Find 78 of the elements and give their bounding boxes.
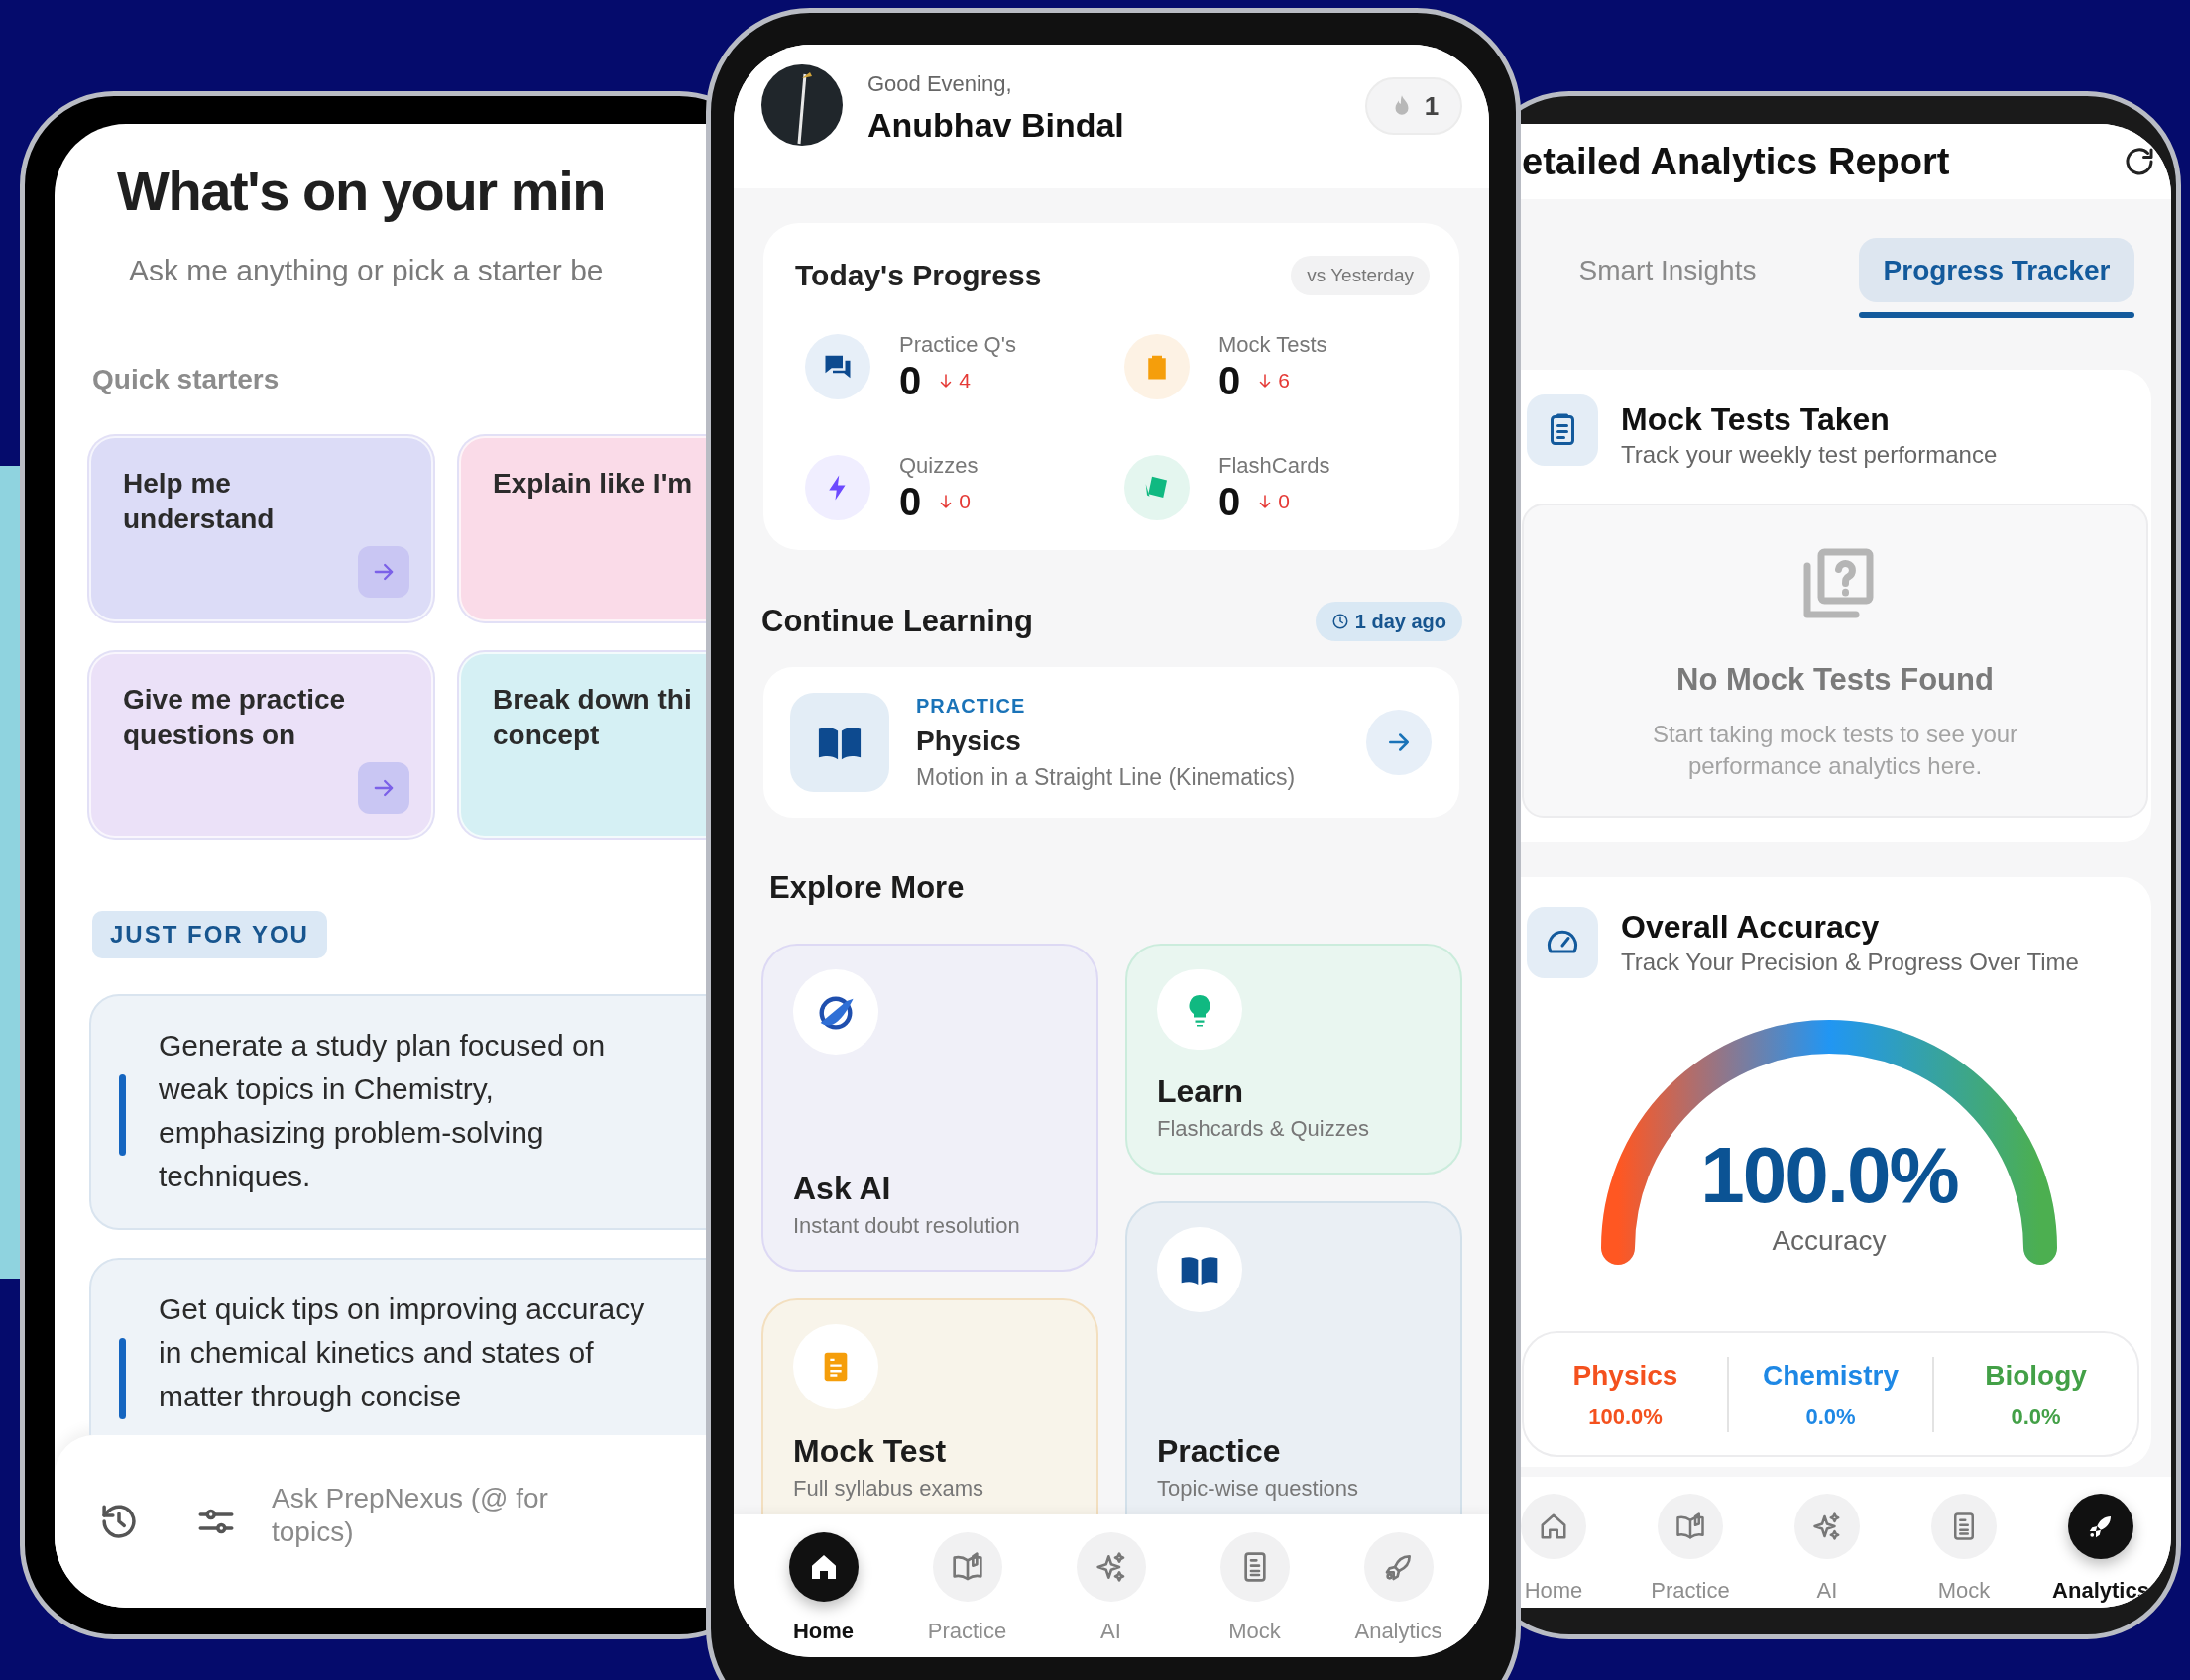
- card-title: Today's Progress: [795, 258, 1042, 293]
- explore-card[interactable]: Practice Topic-wise questions: [1125, 1201, 1462, 1514]
- compare-badge: vs Yesterday: [1291, 256, 1430, 295]
- card-subtitle: Full syllabus exams: [793, 1475, 984, 1503]
- stat-value: 0: [899, 359, 922, 402]
- starter-text: Give me practice questions on: [123, 683, 346, 752]
- starter-text: Explain like I'm: [493, 467, 693, 501]
- sparkles-icon: [1095, 1551, 1127, 1583]
- tab[interactable]: Progress Tracker: [1859, 238, 2134, 302]
- screen-title: etailed Analytics Report: [1522, 139, 1950, 184]
- screen-title: What's on your min: [117, 159, 607, 224]
- arrow-button[interactable]: [358, 762, 409, 814]
- home-icon: [1539, 1512, 1568, 1541]
- card-title: Practice: [1157, 1432, 1282, 1471]
- empty-text: Start taking mock tests to see your performance analytics here.: [1651, 720, 2019, 781]
- subject-name: Biology: [1985, 1358, 2087, 1393]
- explore-card[interactable]: Learn Flashcards & Quizzes: [1125, 944, 1462, 1175]
- suggestion-text: Generate a study plan focused on weak topics in Chemistry, emphasizing problem-solving techniques.: [159, 1028, 607, 1194]
- stat-value: 0: [1218, 480, 1241, 523]
- starter-card[interactable]: Help me understand: [89, 436, 433, 621]
- suggestion-text: Get quick tips on improving accuracy in chemical kinetics and states of matter through concise: [159, 1291, 646, 1414]
- stat-change: 0: [1278, 489, 1290, 514]
- time-badge: 1 day ago: [1315, 602, 1462, 641]
- card-subtitle: Track your weekly test performance: [1621, 440, 1998, 470]
- stat-change: 4: [959, 368, 971, 393]
- card-subtitle: Flashcards & Quizzes: [1157, 1115, 1370, 1143]
- card-title: Ask AI: [793, 1170, 892, 1208]
- card-title: Overall Accuracy: [1621, 908, 1881, 947]
- streak-pill[interactable]: 1: [1365, 77, 1462, 135]
- stat-label: Quizzes: [899, 452, 979, 480]
- section-title: Explore More: [769, 869, 965, 907]
- starter-card[interactable]: Break down thi concept: [459, 652, 706, 838]
- suggestion-card[interactable]: Get quick tips on improving accuracy in chemical kinetics and states of matter through concise: [89, 1258, 706, 1435]
- starter-card[interactable]: Give me practice questions on: [89, 652, 433, 838]
- stat-change: 6: [1278, 368, 1290, 393]
- subject-value: 0.0%: [2011, 1402, 2061, 1431]
- section-badge: JUST FOR YOU: [92, 911, 327, 958]
- clock-icon: [1330, 613, 1349, 630]
- stat-change: 0: [959, 489, 971, 514]
- screen-subtitle: Ask me anything or pick a starter be: [129, 253, 605, 288]
- subject-name: Physics: [1572, 1358, 1678, 1393]
- topic-text: Motion in a Straight Line (Kinematics): [916, 763, 1296, 792]
- section-label: Quick starters: [92, 363, 280, 396]
- book-icon: [1675, 1512, 1705, 1541]
- subject-title: Physics: [916, 725, 1022, 758]
- explore-card[interactable]: Ask AI Instant doubt resolution: [761, 944, 1098, 1272]
- subject-value: 0.0%: [1805, 1402, 1856, 1431]
- nav-item[interactable]: Home: [751, 1532, 895, 1645]
- arrow-button[interactable]: [358, 546, 409, 598]
- suggestion-card[interactable]: Generate a study plan focused on weak topics in Chemistry, emphasizing problem-solving techniques.: [89, 994, 706, 1230]
- subject-name: Chemistry: [1763, 1358, 1899, 1393]
- card-title: Learn: [1157, 1072, 1245, 1111]
- starter-card[interactable]: Explain like I'm: [459, 436, 706, 621]
- empty-title: No Mock Tests Found: [1676, 661, 1994, 699]
- chat-input-field[interactable]: Ask PrepNexus (@ for topics): [272, 1482, 599, 1561]
- card-subtitle: Track Your Precision & Progress Over Time: [1621, 948, 2079, 977]
- card-subtitle: Instant doubt resolution: [793, 1212, 1021, 1240]
- category-label: PRACTICE: [916, 694, 1027, 719]
- user-name: Anubhav Bindal: [867, 105, 1124, 146]
- accuracy-label: Accuracy: [1772, 1224, 1887, 1258]
- card-title: Mock Test: [793, 1432, 948, 1471]
- stat-label: Practice Q's: [899, 331, 1016, 359]
- subject-value: 100.0%: [1588, 1402, 1663, 1431]
- card-subtitle: Topic-wise questions: [1157, 1475, 1359, 1503]
- starter-text: Help me understand: [123, 467, 275, 536]
- section-title: Continue Learning: [761, 602, 1033, 640]
- stat-value: 0: [1218, 359, 1241, 402]
- greeting: Good Evening,: [867, 70, 1013, 98]
- stat-value: 0: [899, 480, 922, 523]
- starter-text: Break down thi concept: [493, 683, 692, 752]
- explore-card[interactable]: Mock Test Full syllabus exams: [761, 1298, 1098, 1514]
- accuracy-value: 100.0%: [1700, 1131, 1958, 1220]
- continue-card[interactable]: PRACTICE Physics Motion in a Straight Line (Kinematics): [763, 667, 1459, 818]
- sparkles-icon: [1812, 1512, 1842, 1541]
- card-title: Mock Tests Taken: [1621, 400, 1891, 439]
- book-icon: [951, 1551, 983, 1583]
- stat-label: Mock Tests: [1218, 331, 1327, 359]
- stat-label: FlashCards: [1218, 452, 1330, 480]
